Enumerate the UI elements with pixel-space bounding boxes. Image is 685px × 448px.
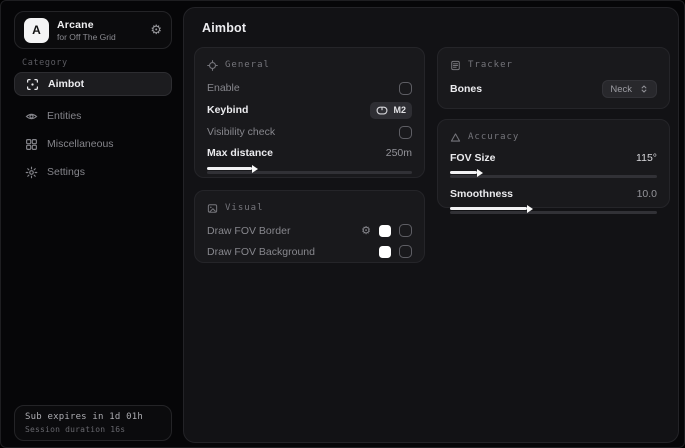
sidebar: A Arcane for Off The Grid ⚙ Category Aim… <box>1 1 180 448</box>
fov-size-slider[interactable] <box>450 171 657 181</box>
sidebar-item-aimbot[interactable]: Aimbot <box>14 72 172 96</box>
list-box-icon <box>450 60 461 71</box>
entities-icon <box>25 110 38 123</box>
fov-border-checkbox[interactable] <box>399 224 412 237</box>
fov-border-label: Draw FOV Border <box>207 225 290 237</box>
slider-track <box>207 171 412 174</box>
slider-track <box>450 211 657 214</box>
app-subtitle: for Off The Grid <box>57 32 116 42</box>
fov-border-row: Draw FOV Border ⚙ <box>207 220 412 241</box>
subscription-card: Sub expires in 1d 01h Session duration 1… <box>14 405 172 441</box>
slider-fill <box>207 167 252 170</box>
tracker-card-title: Tracker <box>468 60 513 70</box>
fov-size-row: FOV Size 115° <box>450 149 657 167</box>
smoothness-value: 10.0 <box>637 188 657 200</box>
enable-label: Enable <box>207 82 240 94</box>
image-icon <box>207 203 218 214</box>
fov-border-controls: ⚙ <box>361 224 412 237</box>
page-title: Aimbot <box>202 21 246 35</box>
main-panel: Aimbot General Enable Keybind <box>183 7 679 443</box>
fov-size-value: 115° <box>636 152 657 164</box>
sidebar-item-settings[interactable]: Settings <box>14 160 172 184</box>
fov-background-label: Draw FOV Background <box>207 246 315 258</box>
gear-icon[interactable]: ⚙ <box>150 24 162 37</box>
grid-icon <box>25 138 38 151</box>
max-distance-label: Max distance <box>207 147 273 159</box>
general-card-title: General <box>225 60 270 70</box>
keybind-button[interactable]: M2 <box>370 102 412 119</box>
max-distance-slider[interactable] <box>207 167 412 177</box>
sidebar-item-label: Aimbot <box>48 78 84 90</box>
smoothness-row: Smoothness 10.0 <box>450 185 657 203</box>
slider-fill <box>450 207 527 210</box>
general-card: General Enable Keybind M2 Visibility che… <box>194 47 425 178</box>
sub-expiry-text: Sub expires in 1d 01h <box>25 412 161 422</box>
crosshair-icon <box>26 78 39 91</box>
accuracy-card: Accuracy FOV Size 115° Smoothness 10.0 <box>437 119 670 208</box>
keybind-label: Keybind <box>207 104 248 116</box>
slider-fill <box>450 171 477 174</box>
fov-background-row: Draw FOV Background <box>207 241 412 262</box>
bones-label: Bones <box>450 83 482 95</box>
category-label: Category <box>22 58 68 68</box>
sidebar-item-label: Miscellaneous <box>47 138 114 150</box>
app-logo: A <box>24 18 49 43</box>
fov-border-color-swatch[interactable] <box>379 225 391 237</box>
session-duration-text: Session duration 16s <box>25 425 161 434</box>
visual-card-title: Visual <box>225 203 264 213</box>
accuracy-card-header: Accuracy <box>450 129 657 145</box>
smoothness-slider[interactable] <box>450 207 657 217</box>
visual-card-header: Visual <box>207 200 412 216</box>
crosshair-icon <box>207 60 218 71</box>
enable-row: Enable <box>207 77 412 99</box>
fov-background-color-swatch[interactable] <box>379 246 391 258</box>
triangle-icon <box>450 132 461 143</box>
visibility-checkbox[interactable] <box>399 126 412 139</box>
smoothness-label: Smoothness <box>450 188 513 200</box>
sidebar-item-entities[interactable]: Entities <box>14 104 172 128</box>
fov-size-label: FOV Size <box>450 152 496 164</box>
tracker-card: Tracker Bones Neck <box>437 47 670 109</box>
settings-gear-icon <box>25 166 38 179</box>
sidebar-item-label: Settings <box>47 166 85 178</box>
sidebar-item-miscellaneous[interactable]: Miscellaneous <box>14 132 172 156</box>
fov-background-controls <box>379 245 412 258</box>
bones-dropdown[interactable]: Neck <box>602 80 657 98</box>
app-name: Arcane <box>57 19 116 31</box>
visual-card: Visual Draw FOV Border ⚙ Draw FOV Backgr… <box>194 190 425 263</box>
brand-card: A Arcane for Off The Grid ⚙ <box>14 11 172 49</box>
fov-background-checkbox[interactable] <box>399 245 412 258</box>
sidebar-item-label: Entities <box>47 110 81 122</box>
bones-selected-value: Neck <box>610 84 632 95</box>
chevrons-up-down-icon <box>639 84 649 94</box>
general-card-header: General <box>207 57 412 73</box>
accuracy-card-title: Accuracy <box>468 132 519 142</box>
app-window: A Arcane for Off The Grid ⚙ Category Aim… <box>0 0 685 448</box>
mouse-icon <box>376 106 388 115</box>
max-distance-value: 250m <box>386 147 412 159</box>
bones-row: Bones Neck <box>450 77 657 101</box>
visibility-label: Visibility check <box>207 126 275 138</box>
gear-icon[interactable]: ⚙ <box>361 225 371 236</box>
brand-text: Arcane for Off The Grid <box>57 19 116 42</box>
max-distance-row: Max distance 250m <box>207 143 412 163</box>
tracker-card-header: Tracker <box>450 57 657 73</box>
keybind-row: Keybind M2 <box>207 99 412 121</box>
enable-checkbox[interactable] <box>399 82 412 95</box>
keybind-value: M2 <box>393 105 406 115</box>
visibility-row: Visibility check <box>207 121 412 143</box>
